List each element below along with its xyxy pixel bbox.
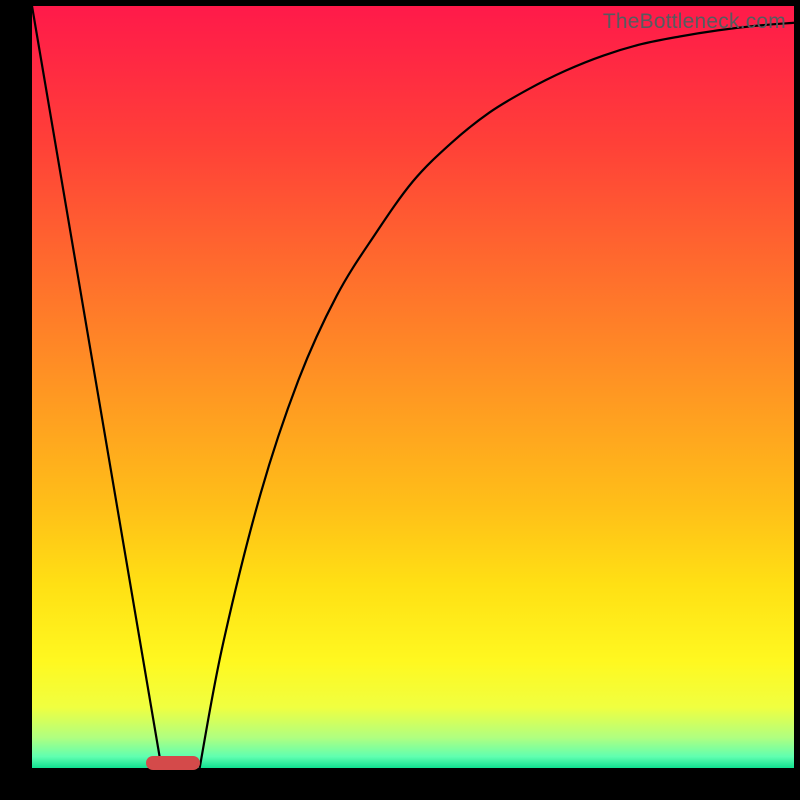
left-line — [32, 6, 162, 768]
chart-frame: TheBottleneck.com — [0, 0, 800, 800]
right-curve — [200, 23, 794, 768]
plot-area: TheBottleneck.com — [32, 6, 794, 768]
curve-svg — [32, 6, 794, 768]
optimal-indicator — [146, 756, 199, 770]
